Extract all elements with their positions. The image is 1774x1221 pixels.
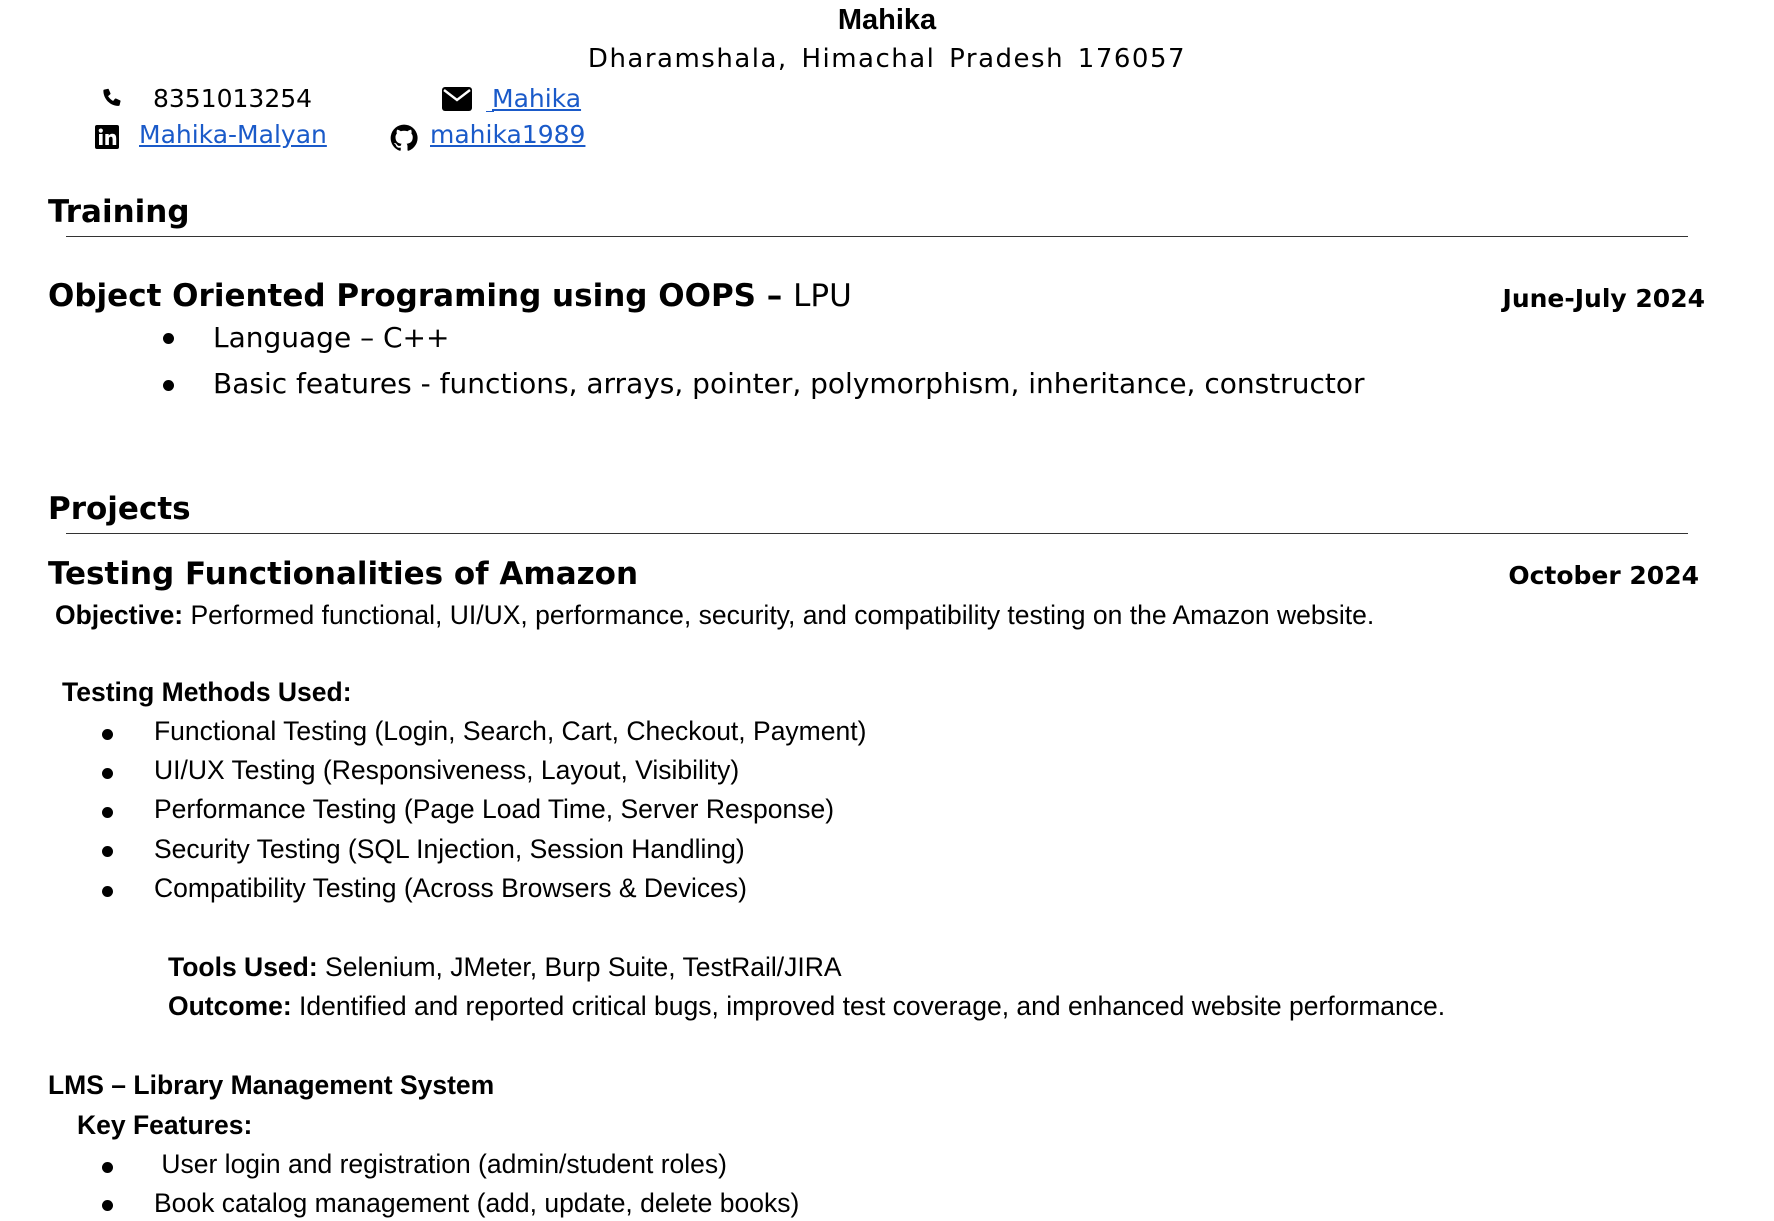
tools-text: Selenium, JMeter, Burp Suite, TestRail/J… (317, 952, 842, 982)
outcome-label: Outcome: (168, 991, 292, 1021)
envelope-icon (442, 87, 472, 111)
phone-number: 8351013254 (153, 84, 313, 113)
address: Dharamshala, Himachal Pradesh 176057 (587, 44, 1187, 74)
email-link[interactable]: Mahika (492, 84, 581, 113)
method-bullet-1 (102, 729, 113, 740)
lms-project-title: LMS – Library Management System (48, 1070, 495, 1100)
tools-used: Tools Used: Selenium, JMeter, Burp Suite… (168, 952, 842, 983)
github-icon (390, 124, 418, 152)
testing-methods-heading: Testing Methods Used: (62, 677, 352, 707)
feature-item-1: User login and registration (admin/stude… (154, 1149, 727, 1179)
candidate-name: Mahika (837, 4, 937, 36)
github-link[interactable]: mahika1989 (430, 120, 585, 149)
method-item-4: Security Testing (SQL Injection, Session… (154, 834, 745, 864)
feature-item-2: Book catalog management (add, update, de… (154, 1188, 800, 1218)
training-item-title: Object Oriented Programing using OOPS (48, 278, 757, 314)
outcome-text: Identified and reported critical bugs, i… (291, 991, 1446, 1021)
training-bullet-2 (163, 380, 174, 391)
training-bullet-text-2: Basic features - functions, arrays, poin… (213, 367, 1365, 400)
tools-label: Tools Used: (168, 952, 318, 982)
phone-icon (101, 86, 123, 108)
method-item-2: UI/UX Testing (Responsiveness, Layout, V… (154, 755, 740, 785)
feature-bullet-2 (102, 1200, 113, 1211)
method-bullet-2 (102, 768, 113, 779)
method-bullet-5 (102, 886, 113, 897)
objective-label: Objective: (55, 600, 184, 630)
training-item-org: LPU (793, 278, 852, 314)
training-heading: Training (48, 194, 190, 230)
outcome: Outcome: Identified and reported critica… (168, 991, 1445, 1022)
method-item-5: Compatibility Testing (Across Browsers &… (154, 873, 747, 903)
training-bullet-1 (163, 333, 174, 344)
method-item-3: Performance Testing (Page Load Time, Ser… (154, 794, 835, 824)
training-item-heading: Object Oriented Programing using OOPS – … (48, 278, 852, 314)
method-bullet-3 (102, 807, 113, 818)
amazon-project-date: October 2024 (1508, 561, 1699, 590)
method-item-1: Functional Testing (Login, Search, Cart,… (154, 716, 867, 746)
training-bullet-text-1: Language – C++ (213, 321, 450, 354)
linkedin-link[interactable]: Mahika-Malyan (139, 120, 327, 149)
projects-divider (66, 533, 1688, 534)
amazon-project-title: Testing Functionalities of Amazon (48, 556, 639, 592)
training-divider (66, 236, 1688, 237)
training-item-date: June-July 2024 (1502, 284, 1705, 313)
email-link-underline-gap (486, 111, 494, 112)
key-features-heading: Key Features: (77, 1110, 253, 1140)
amazon-objective: Objective: Performed functional, UI/UX, … (55, 600, 1374, 631)
feature-bullet-1 (102, 1162, 113, 1173)
objective-text: Performed functional, UI/UX, performance… (183, 600, 1375, 630)
method-bullet-4 (102, 846, 113, 857)
training-item-dash: – (756, 278, 794, 314)
linkedin-icon (95, 125, 119, 149)
projects-heading: Projects (48, 491, 191, 527)
